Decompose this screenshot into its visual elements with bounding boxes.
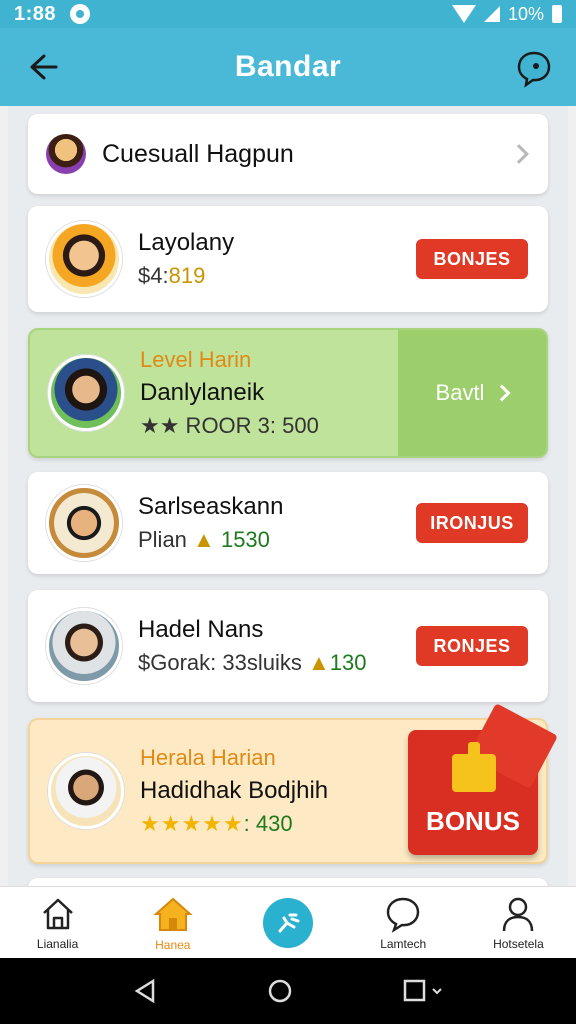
list-item[interactable]: Layolany $4:819 BONJES bbox=[28, 206, 548, 312]
action-label: Bavtl bbox=[435, 380, 485, 405]
avatar bbox=[46, 608, 122, 684]
item-name: Hadel Nans bbox=[138, 616, 264, 643]
profile-card[interactable]: Cuesuall Hagpun bbox=[28, 114, 548, 194]
chat-icon[interactable] bbox=[514, 48, 554, 88]
status-bar: 1:88 10% bbox=[0, 0, 576, 28]
wifi-icon bbox=[451, 5, 476, 23]
nav-label: Lianalia bbox=[36, 936, 79, 951]
bonus-label: BONUS bbox=[426, 806, 520, 836]
battery-icon bbox=[552, 5, 562, 23]
chevron-right-icon bbox=[493, 384, 511, 402]
item-name: Sarlseaskann bbox=[138, 493, 284, 520]
avatar bbox=[46, 485, 122, 561]
back-arrow-icon[interactable] bbox=[26, 50, 60, 84]
item-sub: ★★ ROOR 3: 500 bbox=[140, 413, 319, 438]
chevron-right-icon bbox=[509, 144, 529, 164]
level-label: Herala Harian bbox=[140, 745, 276, 770]
bottom-nav: Lianalia Hanea Lamtech Hotsetela bbox=[0, 886, 576, 958]
item-sub: $Gorak: 33sluiks ▲130 bbox=[138, 650, 367, 675]
list-item[interactable]: Sarlseaskann Plian ▲ 1530 IRONJUS bbox=[28, 472, 548, 574]
item-sub: ★★★★★: 430 bbox=[140, 811, 293, 836]
bonus-button[interactable]: IRONJUS bbox=[416, 503, 528, 543]
nav-item-center[interactable] bbox=[230, 887, 345, 958]
home-circle-icon[interactable] bbox=[267, 978, 293, 1004]
profile-name: Cuesuall Hagpun bbox=[102, 139, 294, 168]
item-sub: Plian ▲ 1530 bbox=[138, 527, 270, 552]
recents-square-icon[interactable] bbox=[403, 979, 443, 1003]
nav-label: Lamtech bbox=[380, 936, 427, 951]
notification-icon bbox=[70, 4, 91, 24]
level-label: Level Harin bbox=[140, 347, 252, 372]
page-title: Bandar bbox=[234, 50, 342, 83]
fab-button[interactable] bbox=[263, 897, 313, 948]
nav-item-active[interactable]: Hanea bbox=[115, 887, 230, 958]
battery-text: 10% bbox=[507, 3, 544, 24]
item-name: Danlylaneik bbox=[140, 379, 265, 406]
list-item-bonus[interactable]: Herala Harian Hadidhak Bodjhih ★★★★★: 43… bbox=[28, 703, 558, 864]
signal-icon bbox=[483, 6, 500, 22]
bonus-badge[interactable]: BONUS bbox=[408, 703, 558, 855]
gift-icon bbox=[452, 742, 496, 792]
house-icon bbox=[153, 897, 193, 931]
chat-bubble-icon bbox=[386, 897, 420, 933]
item-name: Hadidhak Bodjhih bbox=[140, 777, 329, 804]
action-button[interactable]: Bavtl bbox=[398, 330, 546, 456]
avatar bbox=[46, 221, 122, 297]
back-triangle-icon[interactable] bbox=[133, 978, 157, 1004]
nav-label: Hotsetela bbox=[493, 936, 544, 951]
avatar bbox=[46, 134, 86, 174]
system-nav-bar bbox=[0, 958, 576, 1024]
app-bar: Bandar bbox=[0, 28, 576, 106]
list-item-partial[interactable] bbox=[28, 878, 548, 886]
bonus-button[interactable]: RONJES bbox=[416, 626, 528, 666]
nav-item-home[interactable]: Lianalia bbox=[0, 887, 115, 958]
item-sub: $4:819 bbox=[138, 263, 206, 288]
list-item-highlighted[interactable]: Level Harin Danlylaneik ★★ ROOR 3: 500 B… bbox=[28, 328, 548, 458]
content-list: Cuesuall Hagpun Layolany $4:819 BONJES L… bbox=[8, 106, 568, 886]
run-icon bbox=[278, 913, 300, 932]
avatar bbox=[48, 753, 124, 829]
status-time: 1:88 bbox=[14, 2, 57, 25]
avatar bbox=[48, 355, 124, 431]
list-item[interactable]: Hadel Nans $Gorak: 33sluiks ▲130 RONJES bbox=[28, 590, 548, 702]
item-name: Layolany bbox=[138, 229, 235, 256]
rating-stars: ★★★★★ bbox=[140, 811, 244, 836]
nav-item-chat[interactable]: Lamtech bbox=[346, 887, 461, 958]
bonus-button[interactable]: BONJES bbox=[416, 239, 528, 279]
home-icon bbox=[42, 898, 73, 929]
person-icon bbox=[503, 897, 534, 931]
nav-label: Hanea bbox=[155, 937, 191, 952]
nav-item-profile[interactable]: Hotsetela bbox=[461, 887, 576, 958]
